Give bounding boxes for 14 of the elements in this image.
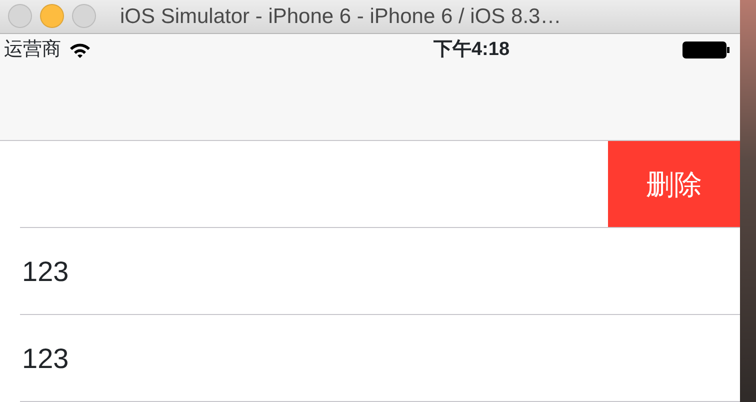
delete-button[interactable]: 删除 [608,141,740,228]
table-row[interactable]: 123 [0,228,740,315]
table-row[interactable]: 删除 [0,141,740,228]
status-time: 下午4:18 [433,38,510,62]
table-row[interactable]: 123 [0,315,740,402]
window-title: iOS Simulator - iPhone 6 - iPhone 6 / iOS 8.3… [120,4,562,30]
battery-icon [682,41,730,60]
cell-label: 123 [21,254,69,288]
zoom-button[interactable] [72,4,96,28]
minimize-button[interactable] [40,4,64,28]
wifi-icon [69,42,91,59]
carrier-name: 运营商 [4,38,61,62]
cell-label: 123 [21,342,69,376]
close-button[interactable] [8,4,32,28]
